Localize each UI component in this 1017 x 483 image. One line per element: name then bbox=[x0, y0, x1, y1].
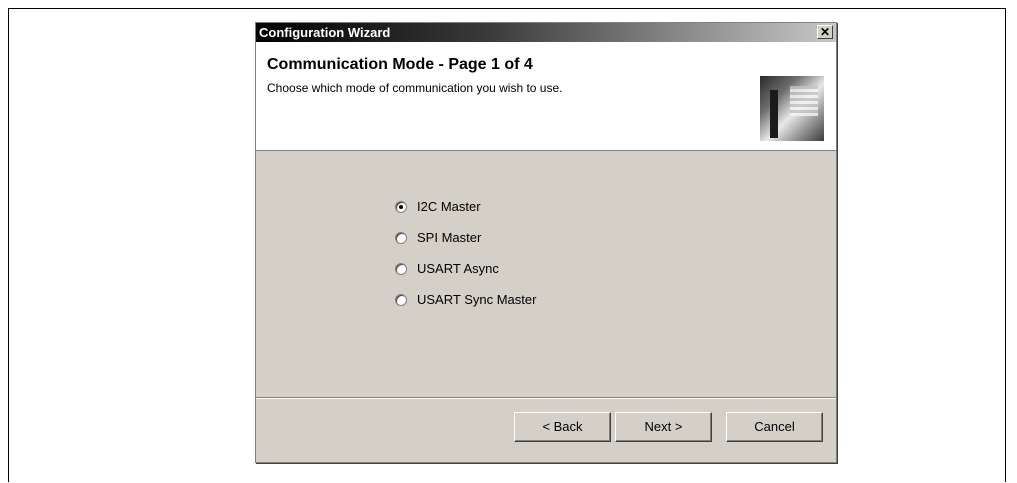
close-icon: ✕ bbox=[819, 25, 831, 39]
wizard-banner-image bbox=[760, 76, 824, 141]
radio-button[interactable] bbox=[395, 294, 407, 306]
radio-button[interactable] bbox=[395, 201, 407, 213]
option-spi-master[interactable]: SPI Master bbox=[395, 229, 536, 260]
wizard-header: Communication Mode - Page 1 of 4 Choose … bbox=[256, 42, 836, 151]
next-button[interactable]: Next > bbox=[615, 412, 712, 442]
option-i2c-master[interactable]: I2C Master bbox=[395, 198, 536, 229]
configuration-wizard-dialog: Configuration Wizard ✕ Communication Mod… bbox=[255, 22, 837, 463]
page-subtitle: Choose which mode of communication you w… bbox=[267, 81, 563, 95]
option-label: I2C Master bbox=[417, 199, 481, 214]
radio-selected-dot bbox=[399, 205, 403, 209]
option-label: USART Async bbox=[417, 261, 499, 276]
window-title: Configuration Wizard bbox=[259, 25, 391, 40]
option-usart-sync-master[interactable]: USART Sync Master bbox=[395, 291, 536, 322]
page-title: Communication Mode - Page 1 of 4 bbox=[267, 56, 533, 73]
radio-button[interactable] bbox=[395, 232, 407, 244]
back-button[interactable]: < Back bbox=[514, 412, 611, 442]
button-separator bbox=[256, 397, 836, 399]
option-usart-async[interactable]: USART Async bbox=[395, 260, 536, 291]
close-button[interactable]: ✕ bbox=[817, 25, 833, 39]
cancel-button[interactable]: Cancel bbox=[726, 412, 823, 442]
radio-button[interactable] bbox=[395, 263, 407, 275]
option-label: USART Sync Master bbox=[417, 292, 537, 307]
option-label: SPI Master bbox=[417, 230, 482, 245]
communication-mode-options: I2C Master SPI Master USART Async USART … bbox=[395, 198, 536, 322]
title-bar[interactable]: Configuration Wizard ✕ bbox=[256, 23, 836, 42]
